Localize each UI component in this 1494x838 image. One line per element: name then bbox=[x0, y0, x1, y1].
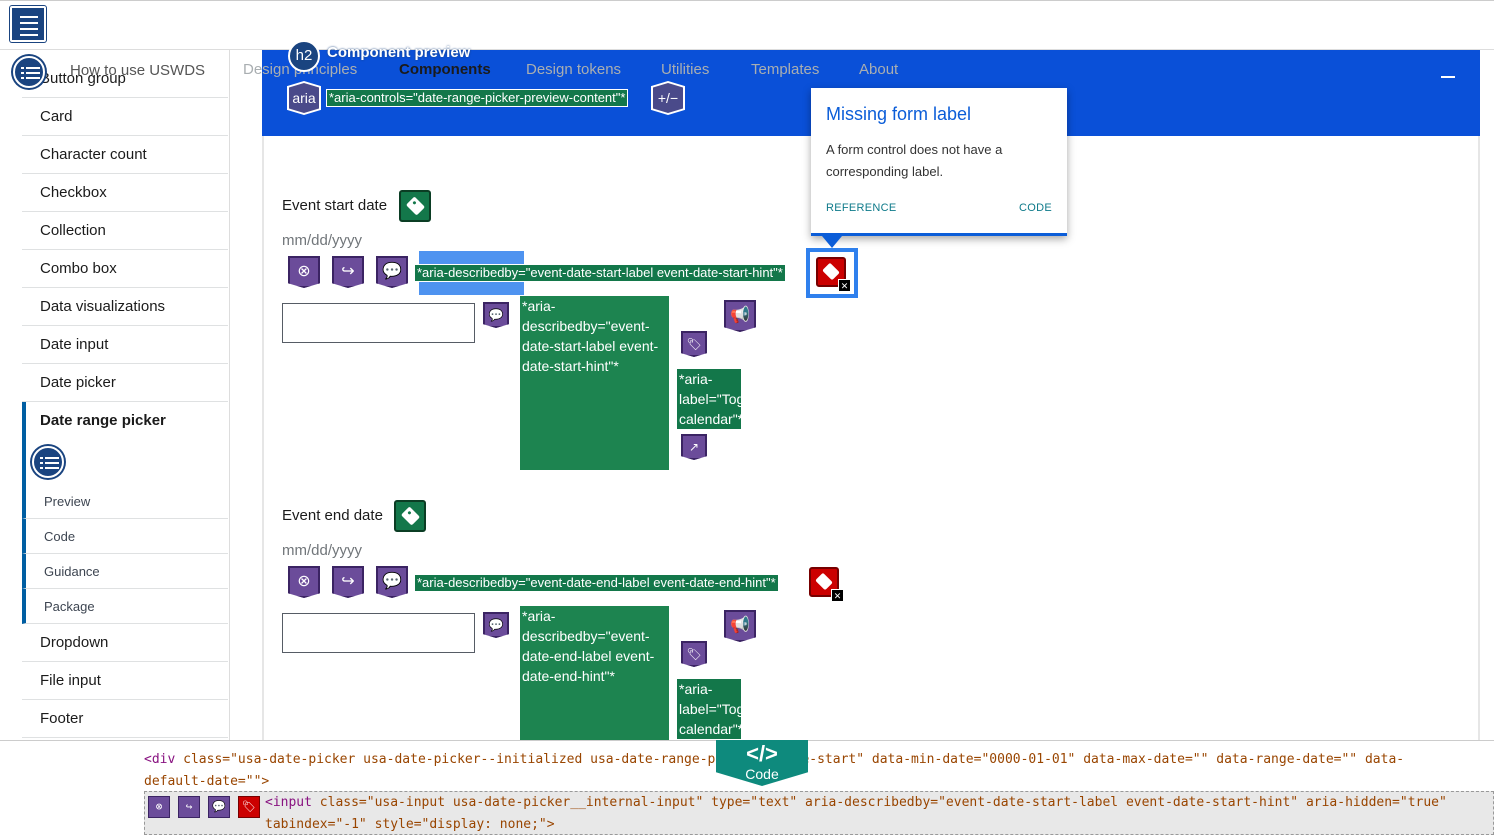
aria-describedby-start-block: *aria-describedby="event-date-start-labe… bbox=[520, 296, 669, 470]
popup-body: A form control does not have a correspon… bbox=[826, 142, 1003, 179]
nav-about[interactable]: About bbox=[859, 61, 898, 78]
sidebar-item-date-picker[interactable]: Date picker bbox=[22, 364, 228, 402]
end-date-hint: mm/dd/yyyy bbox=[282, 542, 363, 559]
sidebar-item-collection[interactable]: Collection bbox=[22, 212, 228, 250]
missing-label-error-icon[interactable]: ✕ bbox=[816, 257, 851, 292]
start-date-input[interactable] bbox=[282, 303, 475, 343]
sidebar-item-date-input[interactable]: Date input bbox=[22, 326, 228, 364]
missing-label-error-icon[interactable]: ✕ bbox=[809, 567, 844, 602]
hidden-element-icon: ⊗ bbox=[148, 796, 170, 818]
aria-controls-annotation: *aria-controls="date-range-picker-previe… bbox=[326, 89, 629, 107]
description-chat-icon: 💬 bbox=[483, 302, 509, 328]
sidebar-item-checkbox[interactable]: Checkbox bbox=[22, 174, 228, 212]
top-bar bbox=[0, 0, 1494, 50]
sidebar-item-card[interactable]: Card bbox=[22, 98, 228, 136]
popup-pointer bbox=[822, 236, 842, 248]
description-chat-icon: 💬 bbox=[483, 612, 509, 638]
collapse-minus-icon[interactable] bbox=[1441, 76, 1455, 78]
sidebar-subitem-code[interactable]: Code bbox=[22, 519, 228, 554]
sidebar-item-dropdown[interactable]: Dropdown bbox=[22, 624, 228, 662]
nav-design-tokens[interactable]: Design tokens bbox=[526, 61, 621, 78]
description-chat-icon: 💬 bbox=[376, 566, 408, 598]
sidebar-item-data-visualizations[interactable]: Data visualizations bbox=[22, 288, 228, 326]
popup-title: Missing form label bbox=[826, 104, 972, 124]
component-preview-heading: Component preview bbox=[327, 44, 471, 61]
aria-describedby-end-block: *aria-describedby="event-date-end-label … bbox=[520, 606, 669, 740]
sidebar-item-character-count[interactable]: Character count bbox=[22, 136, 228, 174]
tab-order-arrow-icon: ↪ bbox=[332, 256, 364, 288]
sidebar-item-file-input[interactable]: File input bbox=[22, 662, 228, 700]
sidebar-subitem-package[interactable]: Package bbox=[22, 589, 228, 624]
aria-badge: aria bbox=[287, 81, 321, 115]
sidebar-subitem-preview[interactable]: Preview bbox=[22, 484, 228, 519]
nav-templates[interactable]: Templates bbox=[751, 61, 819, 78]
aria-label-toggle-calendar-end: *aria-label="Toggle calendar"* bbox=[676, 678, 763, 740]
popup-reference-link[interactable]: REFERENCE bbox=[826, 202, 897, 214]
code-line-input: <input class="usa-input usa-date-picker_… bbox=[265, 795, 1455, 832]
nav-components[interactable]: Components bbox=[399, 61, 491, 78]
label-tag-icon: 🏷 bbox=[681, 331, 707, 357]
nav-utilities[interactable]: Utilities bbox=[661, 61, 709, 78]
expand-collapse-badge: +/− bbox=[651, 81, 685, 115]
label-tag-icon bbox=[399, 190, 431, 222]
announce-megaphone-icon: 📢 bbox=[724, 300, 756, 332]
label-tag-icon: 🏷 bbox=[681, 641, 707, 667]
code-line-input-row[interactable]: ⊗ ↪ 💬 🏷 <input class="usa-input usa-date… bbox=[144, 791, 1494, 835]
description-chat-icon: 💬 bbox=[376, 256, 408, 288]
event-start-date-label: Event start date bbox=[282, 197, 388, 214]
h2-heading-badge: h2 bbox=[288, 40, 320, 72]
missing-form-label-popup: Missing form label A form control does n… bbox=[811, 88, 1067, 236]
list-landmark-icon bbox=[32, 446, 64, 478]
end-date-input[interactable] bbox=[282, 613, 475, 653]
list-landmark-icon bbox=[13, 56, 45, 88]
overlay-how-to-use[interactable]: How to use USWDS bbox=[70, 62, 205, 79]
sidebar-item-combo-box[interactable]: Combo box bbox=[22, 250, 228, 288]
event-end-date-label: Event end date bbox=[282, 507, 383, 524]
document-list-icon[interactable] bbox=[10, 6, 46, 42]
announce-megaphone-icon: 📢 bbox=[724, 610, 756, 642]
description-chat-icon: 💬 bbox=[208, 796, 230, 818]
aria-describedby-start-annotation: *aria-describedby="event-date-start-labe… bbox=[414, 264, 786, 282]
popup-code-link[interactable]: CODE bbox=[1019, 202, 1052, 214]
start-date-hint: mm/dd/yyyy bbox=[282, 232, 363, 249]
sidebar-item-footer[interactable]: Footer bbox=[22, 700, 228, 738]
tab-order-arrow-icon: ↪ bbox=[178, 796, 200, 818]
aria-describedby-end-annotation: *aria-describedby="event-date-end-label … bbox=[414, 574, 779, 592]
tab-order-arrow-icon: ↪ bbox=[332, 566, 364, 598]
sidebar-nav: Button group Card Character count Checkb… bbox=[0, 50, 230, 740]
hidden-element-icon: ⊗ bbox=[288, 256, 320, 288]
missing-label-error-icon: 🏷 bbox=[238, 796, 260, 818]
sidebar-subitem-guidance[interactable]: Guidance bbox=[22, 554, 228, 589]
label-tag-icon bbox=[394, 500, 426, 532]
hidden-element-icon: ⊗ bbox=[288, 566, 320, 598]
popup-button-icon: ↗ bbox=[681, 434, 707, 460]
aria-label-toggle-calendar-start: *aria-label="Toggle calendar"* bbox=[676, 368, 763, 430]
